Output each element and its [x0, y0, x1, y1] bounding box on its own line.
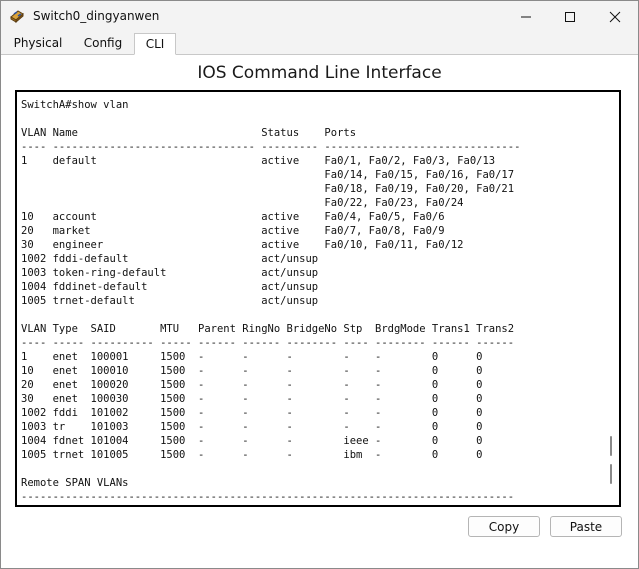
app-icon — [9, 8, 25, 24]
cli-scrollbar[interactable] — [608, 92, 616, 505]
cli-line: ---- -------------------------------- --… — [21, 141, 521, 153]
cli-line: 1002 fddi-default act/unsup — [21, 253, 319, 265]
copy-button[interactable]: Copy — [468, 516, 540, 537]
cli-line: 1 default active Fa0/1, Fa0/2, Fa0/3, Fa… — [21, 155, 496, 167]
minimize-button[interactable] — [504, 1, 548, 32]
cli-line: Fa0/14, Fa0/15, Fa0/16, Fa0/17 — [21, 169, 515, 181]
page-title: IOS Command Line Interface — [197, 63, 442, 83]
tab-cli[interactable]: CLI — [134, 33, 176, 55]
maximize-icon — [565, 11, 575, 22]
cli-line — [21, 462, 607, 476]
cli-line: 20 enet 100020 1500 - - - - - 0 0 — [21, 379, 483, 391]
app-window: Switch0_dingyanwen Physical Config CLI I… — [0, 0, 639, 569]
tab-bar: Physical Config CLI — [1, 32, 638, 55]
scroll-thumb-upper[interactable] — [610, 436, 612, 456]
cli-line: VLAN Name Status Ports — [21, 127, 357, 139]
cli-line: ----------------------------------------… — [21, 491, 515, 503]
cli-line: 30 engineer active Fa0/10, Fa0/11, Fa0/1… — [21, 239, 464, 251]
cli-line: Fa0/22, Fa0/23, Fa0/24 — [21, 197, 464, 209]
title-bar: Switch0_dingyanwen — [1, 1, 638, 32]
cli-line: 1002 fddi 101002 1500 - - - - - 0 0 — [21, 407, 483, 419]
minimize-icon — [521, 16, 531, 17]
cli-output[interactable]: SwitchA#show vlan VLAN Name Status Ports -… — [21, 98, 607, 504]
cli-line: SwitchA#show vlan — [21, 99, 129, 111]
cli-terminal[interactable]: SwitchA#show vlan VLAN Name Status Ports -… — [15, 90, 621, 507]
scroll-thumb-lower[interactable] — [610, 464, 612, 484]
close-button[interactable] — [593, 1, 637, 32]
cli-line — [21, 308, 607, 322]
cli-line: 1004 fdnet 101004 1500 - - - ieee - 0 0 — [21, 435, 483, 447]
close-icon — [609, 11, 621, 22]
cli-line: ---- ----- ---------- ----- ------ -----… — [21, 337, 515, 349]
maximize-button[interactable] — [548, 1, 592, 32]
cli-line: Remote SPAN VLANs — [21, 477, 129, 489]
cli-line: VLAN Type SAID MTU Parent RingNo BridgeN… — [21, 323, 515, 335]
cli-line: 10 enet 100010 1500 - - - - - 0 0 — [21, 365, 483, 377]
cli-line: Fa0/18, Fa0/19, Fa0/20, Fa0/21 — [21, 183, 515, 195]
cli-line — [21, 112, 607, 126]
paste-button[interactable]: Paste — [550, 516, 622, 537]
cli-line: 20 market active Fa0/7, Fa0/8, Fa0/9 — [21, 225, 445, 237]
cli-line: 1003 token-ring-default act/unsup — [21, 267, 319, 279]
window-title: Switch0_dingyanwen — [33, 9, 160, 23]
cli-line: 1004 fddinet-default act/unsup — [21, 281, 319, 293]
cli-line: 1005 trnet 101005 1500 - - - ibm - 0 0 — [21, 449, 483, 461]
cli-line: 1003 tr 101003 1500 - - - - - 0 0 — [21, 421, 483, 433]
tab-config[interactable]: Config — [75, 33, 131, 53]
tab-physical[interactable]: Physical — [3, 33, 73, 53]
cli-line: 30 enet 100030 1500 - - - - - 0 0 — [21, 393, 483, 405]
cli-line: 1 enet 100001 1500 - - - - - 0 0 — [21, 351, 483, 363]
cli-line: 1005 trnet-default act/unsup — [21, 295, 319, 307]
cli-line: 10 account active Fa0/4, Fa0/5, Fa0/6 — [21, 211, 445, 223]
